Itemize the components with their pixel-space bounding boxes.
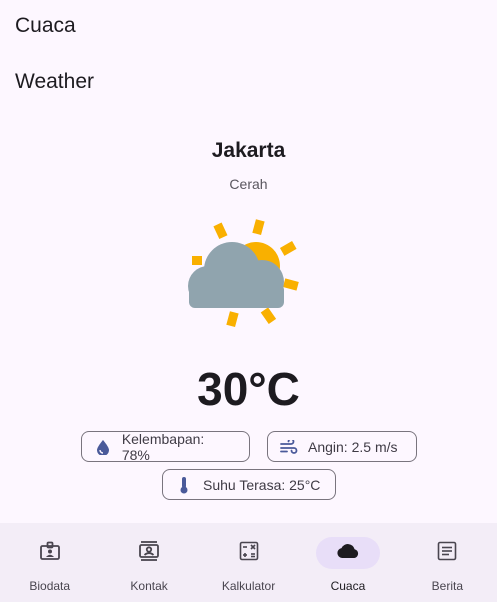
nav-label-berita: Berita [431,579,463,593]
contacts-icon [138,540,160,567]
nav-item-berita[interactable]: Berita [398,523,497,602]
nav-item-kontak[interactable]: Kontak [99,523,198,602]
water-drop-icon [94,438,112,456]
app-bar-title: Cuaca [15,14,76,37]
partly-cloudy-icon [186,216,306,341]
calculator-icon [239,541,259,566]
weather-condition: Cerah [229,176,268,192]
cloud-icon [336,542,360,565]
bottom-navigation-bar: Biodata Kontak Kalkulator Cuaca Berita [0,523,497,602]
humidity-chip[interactable]: Kelembapan: 78% [81,430,250,463]
id-badge-icon [39,540,61,567]
nav-item-cuaca[interactable]: Cuaca [298,523,397,602]
wind-label: Angin: 2.5 m/s [308,438,398,455]
wind-icon [280,438,298,456]
thermometer-icon [175,476,193,494]
temperature-value: 30°C [197,363,300,415]
nav-label-cuaca: Cuaca [330,579,366,593]
page-heading: Weather [15,70,94,93]
nav-label-kalkulator: Kalkulator [221,579,276,593]
weather-screen: Cuaca Weather Jakarta Cerah 30°C Kelemba… [0,0,497,602]
nav-label-biodata: Biodata [29,579,71,593]
wind-chip[interactable]: Angin: 2.5 m/s [267,431,417,462]
article-icon [437,541,457,566]
active-indicator [315,537,380,569]
city-name: Jakarta [211,139,286,162]
humidity-label: Kelembapan: 78% [121,430,205,463]
feels-like-label: Suhu Terasa: 25°C [203,476,321,493]
nav-label-kontak: Kontak [130,579,168,593]
nav-item-kalkulator[interactable]: Kalkulator [199,523,298,602]
feels-like-chip[interactable]: Suhu Terasa: 25°C [162,469,336,500]
nav-item-biodata[interactable]: Biodata [0,523,99,602]
